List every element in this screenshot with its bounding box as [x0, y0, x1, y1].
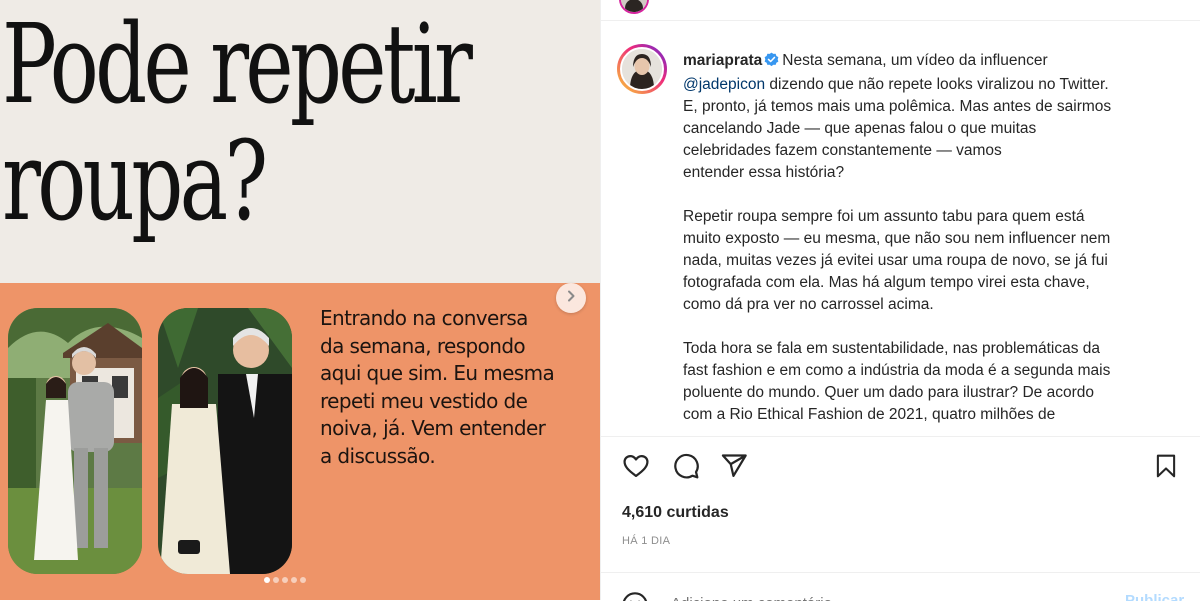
mention-link[interactable]: @jadepicon	[683, 76, 765, 93]
post-details-panel: mariaprata Nesta semana, um vídeo da infl…	[600, 0, 1200, 600]
comment-icon	[672, 452, 700, 485]
wedding-photo-garden	[8, 308, 142, 574]
heart-icon	[622, 452, 650, 485]
header-avatar[interactable]	[619, 0, 649, 14]
carousel-dot	[273, 577, 279, 583]
bookmark-icon	[1153, 452, 1179, 485]
carousel-next-button[interactable]	[556, 283, 586, 313]
caption-text-intro: Nesta semana, um vídeo da influencer	[782, 52, 1047, 69]
caption-paragraph: Toda hora se fala em sustentabilidade, n…	[683, 338, 1181, 426]
save-button[interactable]	[1151, 452, 1181, 484]
carousel-dot	[264, 577, 270, 583]
comment-input[interactable]	[669, 590, 1103, 601]
likes-count[interactable]: 4,610 curtidas	[622, 504, 729, 522]
slide-title-area: Pode repetir roupa?	[0, 0, 600, 283]
post-caption: mariaprata Nesta semana, um vídeo da infl…	[683, 50, 1181, 437]
comment-button[interactable]	[671, 452, 701, 484]
avatar-image	[620, 47, 664, 91]
caption-username[interactable]: mariaprata	[683, 52, 762, 69]
caption-section: mariaprata Nesta semana, um vídeo da infl…	[601, 36, 1200, 437]
carousel-dot	[282, 577, 288, 583]
slide-body-text: Entrando na conversa da semana, respondo…	[320, 305, 588, 470]
add-comment-bar: Publicar	[601, 572, 1200, 601]
slide-headline: Pode repetir roupa?	[2, 6, 443, 240]
like-button[interactable]	[621, 452, 651, 484]
avatar[interactable]	[617, 44, 667, 94]
slide-headline-line-2: roupa?	[2, 123, 443, 240]
carousel-indicator	[264, 577, 306, 583]
verified-badge-icon	[764, 52, 779, 74]
send-icon	[720, 452, 748, 485]
carousel-dot	[291, 577, 297, 583]
caption-paragraph: mariaprata Nesta semana, um vídeo da infl…	[683, 50, 1181, 184]
caption-paragraph: Repetir roupa sempre foi um assunto tabu…	[683, 206, 1181, 316]
post-header	[601, 0, 1200, 21]
chevron-right-icon	[564, 289, 578, 308]
slide-headline-line-1: Pode repetir	[2, 6, 443, 123]
post-timestamp[interactable]: HÁ 1 DIA	[622, 535, 670, 547]
slide-content-area: Entrando na conversa da semana, respondo…	[0, 283, 600, 600]
carousel-dot	[300, 577, 306, 583]
share-button[interactable]	[719, 452, 749, 484]
wedding-photo-event	[158, 308, 292, 574]
post-actions	[601, 452, 1200, 486]
post-carousel[interactable]: Pode repetir roupa?	[0, 0, 600, 600]
instagram-post-view: Pode repetir roupa?	[0, 0, 1200, 600]
